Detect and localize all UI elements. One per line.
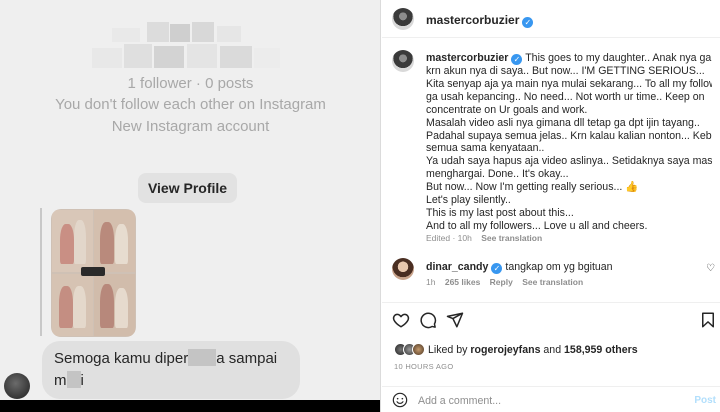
verified-badge-icon: ✓ (522, 17, 534, 28)
message-text-part: a sampai (216, 350, 278, 367)
bookmark-icon[interactable] (699, 311, 717, 329)
caption-line: This is my last post about this... (426, 206, 574, 219)
comment-text: tangkap om yg bgituan (505, 261, 613, 273)
redaction-block (66, 371, 81, 388)
comment-see-translation-link[interactable]: See translation (522, 277, 583, 287)
likes-middle: and (540, 344, 565, 356)
edited-time: Edited · 10h (426, 233, 472, 243)
add-comment-bar: Post (382, 386, 720, 412)
new-account-note: New Instagram account (111, 118, 270, 135)
message-text-part: m (54, 372, 67, 389)
emoji-icon[interactable] (392, 392, 408, 408)
shared-post-thumbnail[interactable] (51, 209, 136, 337)
header-username-text[interactable]: mastercorbuzier (426, 13, 519, 27)
caption-line: Padahal supaya semua jelas.. Krn kalau k… (426, 129, 712, 142)
caption-line: mastercorbuzier ✓ This goes to my daughte… (426, 52, 712, 65)
view-profile-button[interactable]: View Profile (138, 173, 237, 203)
message-text-part: i (80, 372, 84, 389)
comment-time: 1h (426, 277, 436, 287)
caption-line: krn akun nya di saya.. But now... I'M GE… (426, 65, 705, 77)
caption-line: Kita senyap aja ya main nya mulai sekara… (426, 77, 712, 90)
likes-text: Liked by rogerojeyfans and 158,959 other… (428, 344, 638, 356)
comment-likes-count[interactable]: 265 likes (445, 277, 480, 287)
likes-others-count[interactable]: 158,959 others (564, 344, 638, 356)
caption-line: semua sama kenyataan.. (426, 142, 545, 155)
post-timestamp[interactable]: 10 HOURS AGO (394, 362, 453, 371)
message-text-part: Semoga kamu diper (54, 350, 189, 367)
comment-meta: 1h 265 likes Reply See translation (426, 277, 590, 287)
actions-divider (382, 302, 720, 303)
header-username[interactable]: mastercorbuzier ✓ (426, 13, 534, 28)
see-translation-link[interactable]: See translation (481, 233, 542, 243)
dm-screenshot-panel: 1 follower · 0 posts You don't follow ea… (0, 0, 381, 412)
caption-text: This goes to my daughter.. Anak nya ga b… (525, 52, 712, 64)
post-panel: mastercorbuzier ✓ mastercorbuzier ✓ This g… (382, 0, 720, 412)
message-bubble: Semoga kamu diper a sampai mi (42, 341, 300, 399)
blurred-username (92, 22, 282, 70)
liker-username[interactable]: rogerojeyfans (470, 344, 540, 356)
caption-line: concentrate on Ur goals and work. (426, 103, 588, 116)
commenter-avatar[interactable] (392, 258, 414, 280)
post-caption: mastercorbuzier ✓ This goes to my daughte… (426, 52, 712, 233)
sender-avatar (4, 373, 30, 399)
comment-icon[interactable] (419, 311, 437, 329)
caption-author[interactable]: mastercorbuzier (426, 52, 508, 64)
caption-line: Ya udah saya hapus aja video aslinya.. S… (426, 155, 712, 168)
caption-line: Let's play silently.. (426, 194, 511, 207)
screenshot-bottom-bar (0, 400, 380, 412)
post-header: mastercorbuzier ✓ (382, 0, 720, 38)
caption-author-avatar[interactable] (392, 50, 414, 72)
liker-avatar (412, 343, 425, 356)
share-icon[interactable] (446, 311, 464, 329)
comment-like-heart-icon[interactable]: ♡ (706, 263, 715, 274)
caption-line: But now... Now I'm getting really seriou… (426, 181, 639, 194)
verified-badge-icon: ✓ (511, 54, 523, 65)
caption-meta: Edited · 10h See translation (426, 233, 549, 243)
verified-badge-icon: ✓ (491, 263, 503, 274)
add-comment-input[interactable] (418, 393, 678, 409)
reply-button[interactable]: Reply (490, 277, 513, 287)
caption-line: And to all my followers... Love u all an… (426, 219, 648, 232)
comment: dinar_candy ✓ tangkap om yg bgituan (426, 261, 613, 274)
follow-status-text: You don't follow each other on Instagram (55, 96, 326, 113)
heart-icon[interactable] (392, 311, 410, 329)
profile-stats: 1 follower · 0 posts (127, 75, 254, 92)
author-avatar[interactable] (392, 8, 414, 30)
redaction-block (188, 349, 217, 366)
post-comment-button[interactable]: Post (694, 395, 716, 406)
commenter-username[interactable]: dinar_candy (426, 261, 488, 273)
likers-avatars (394, 343, 425, 357)
reply-quote-line (40, 208, 42, 336)
caption-line: Masalah video asli nya gimana dll tetap … (426, 116, 700, 129)
caption-line: ga usah kepancing.. No need... Not worth… (426, 90, 705, 103)
caption-line: menghargai. Done.. It's okay... (426, 168, 569, 181)
likes-prefix: Liked by (428, 344, 471, 356)
